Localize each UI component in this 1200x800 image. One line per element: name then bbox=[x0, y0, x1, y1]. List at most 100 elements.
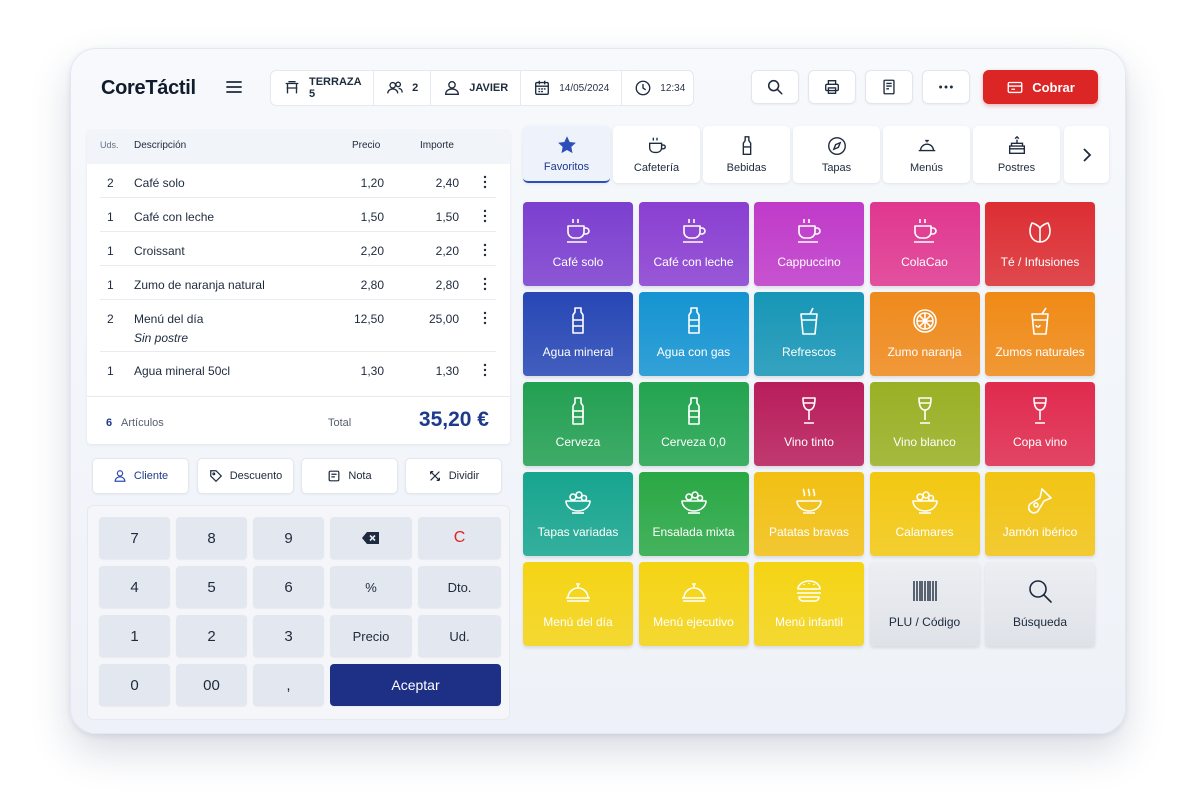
product-tile[interactable]: Menú del día bbox=[523, 562, 633, 646]
more-options-button[interactable] bbox=[922, 70, 970, 104]
product-tile[interactable]: Té / Infusiones bbox=[985, 202, 1095, 286]
product-tile[interactable]: Zumos naturales bbox=[985, 292, 1095, 376]
tab-bebidas[interactable]: Bebidas bbox=[703, 126, 790, 183]
product-tile[interactable]: Refrescos bbox=[754, 292, 864, 376]
cliente-button[interactable]: Cliente bbox=[92, 458, 189, 494]
tab-cafeteria[interactable]: Cafetería bbox=[613, 126, 700, 183]
descuento-label: Descuento bbox=[229, 470, 283, 482]
time-info: 12:34 bbox=[622, 71, 697, 105]
key-00[interactable]: 00 bbox=[176, 664, 247, 706]
tab-menus[interactable]: Menús bbox=[883, 126, 970, 183]
clear-key[interactable]: C bbox=[418, 517, 501, 559]
comma-key[interactable]: , bbox=[253, 664, 324, 706]
row-options-icon[interactable] bbox=[482, 363, 488, 377]
tab-label: Postres bbox=[997, 162, 1036, 174]
print-button[interactable] bbox=[808, 70, 856, 104]
key-9[interactable]: 9 bbox=[253, 517, 324, 559]
product-tile[interactable]: Cappuccino bbox=[754, 202, 864, 286]
ticket-row[interactable]: 1 Agua mineral 50cl 1,30 1,30 bbox=[100, 352, 496, 386]
product-tile[interactable]: Vino tinto bbox=[754, 382, 864, 466]
accept-button[interactable]: Aceptar bbox=[330, 664, 501, 706]
brand-logo: CoreTáctil bbox=[101, 77, 196, 99]
waiter-name: JAVIER bbox=[469, 82, 509, 94]
total-label: Total bbox=[328, 417, 352, 429]
guests-info[interactable]: 2 bbox=[374, 71, 432, 105]
tabs-next-button[interactable] bbox=[1064, 126, 1109, 183]
row-qty: 1 bbox=[107, 244, 114, 258]
row-options-icon[interactable] bbox=[482, 311, 488, 325]
row-qty: 1 bbox=[107, 210, 114, 224]
table-info[interactable]: TERRAZA 5 bbox=[271, 71, 375, 105]
dividir-label: Dividir bbox=[448, 470, 480, 482]
product-tile[interactable]: Patatas bravas bbox=[754, 472, 864, 556]
tag-icon bbox=[209, 470, 222, 483]
ticket-row[interactable]: 1 Croissant 2,20 2,20 bbox=[100, 232, 496, 266]
product-tile[interactable]: Copa vino bbox=[985, 382, 1095, 466]
product-tile[interactable]: Agua con gas bbox=[638, 292, 749, 376]
percent-key[interactable]: % bbox=[330, 566, 412, 608]
nota-button[interactable]: Nota bbox=[301, 458, 398, 494]
product-tile[interactable]: ColaCao bbox=[869, 202, 980, 286]
nota-label: Nota bbox=[348, 470, 372, 482]
product-tile[interactable]: Jamón ibérico bbox=[985, 472, 1095, 556]
cake-icon bbox=[1008, 135, 1025, 155]
ticket-row[interactable]: 2 Menú del día Sin postre 12,50 25,00 bbox=[100, 300, 496, 352]
cloche-icon bbox=[918, 139, 935, 152]
key-6[interactable]: 6 bbox=[253, 566, 324, 608]
key-1[interactable]: 1 bbox=[99, 615, 170, 657]
product-tile[interactable]: Calamares bbox=[869, 472, 980, 556]
row-options-icon[interactable] bbox=[482, 277, 488, 291]
product-tile[interactable]: Zumo naranja bbox=[869, 292, 980, 376]
product-tile[interactable]: Tapas variadas bbox=[523, 472, 633, 556]
tab-tapas[interactable]: Tapas bbox=[793, 126, 880, 183]
row-options-icon[interactable] bbox=[482, 175, 488, 189]
ticket-row[interactable]: 2 Café solo 1,20 2,40 bbox=[100, 164, 496, 198]
key-3[interactable]: 3 bbox=[253, 615, 324, 657]
product-tile[interactable]: Ensalada mixta bbox=[638, 472, 749, 556]
row-price: 1,30 bbox=[360, 364, 384, 378]
tab-postres[interactable]: Postres bbox=[973, 126, 1060, 183]
tab-favoritos[interactable]: Favoritos bbox=[523, 126, 610, 183]
backspace-key[interactable] bbox=[330, 517, 412, 559]
ticket-row[interactable]: 1 Café con leche 1,50 1,50 bbox=[100, 198, 496, 232]
steaming-bowl-icon bbox=[796, 488, 822, 514]
juice-glass-icon bbox=[1031, 307, 1049, 335]
key-8[interactable]: 8 bbox=[176, 517, 247, 559]
product-label: Cappuccino bbox=[777, 255, 841, 269]
key-0[interactable]: 0 bbox=[99, 664, 170, 706]
product-tile[interactable]: PLU / Código bbox=[869, 562, 980, 646]
product-tile[interactable]: Menú infantil bbox=[754, 562, 864, 646]
product-tile[interactable]: Cerveza 0,0 bbox=[638, 382, 749, 466]
receipt-button[interactable] bbox=[865, 70, 913, 104]
row-options-icon[interactable] bbox=[482, 209, 488, 223]
discount-key[interactable]: Dto. bbox=[418, 566, 501, 608]
dividir-button[interactable]: Dividir bbox=[405, 458, 502, 494]
product-tile[interactable]: Búsqueda bbox=[985, 562, 1095, 646]
bottle-icon bbox=[742, 136, 751, 155]
product-tile[interactable]: Menú ejecutivo bbox=[638, 562, 749, 646]
row-amount: 2,20 bbox=[435, 244, 459, 258]
hamburger-menu-icon[interactable] bbox=[226, 79, 242, 95]
compass-icon bbox=[827, 137, 846, 155]
unit-key[interactable]: Ud. bbox=[418, 615, 501, 657]
product-tile[interactable]: Vino blanco bbox=[869, 382, 980, 466]
search-button[interactable] bbox=[751, 70, 799, 104]
ticket-row[interactable]: 1 Zumo de naranja natural 2,80 2,80 bbox=[100, 266, 496, 300]
bottle-icon bbox=[572, 307, 584, 334]
key-2[interactable]: 2 bbox=[176, 615, 247, 657]
row-price: 1,50 bbox=[360, 210, 384, 224]
product-tile[interactable]: Café con leche bbox=[638, 202, 749, 286]
product-tile[interactable]: Café solo bbox=[523, 202, 633, 286]
star-icon bbox=[557, 136, 576, 154]
product-tile[interactable]: Agua mineral bbox=[523, 292, 633, 376]
cobrar-button[interactable]: Cobrar bbox=[983, 70, 1098, 104]
descuento-button[interactable]: Descuento bbox=[197, 458, 294, 494]
key-7[interactable]: 7 bbox=[99, 517, 170, 559]
key-4[interactable]: 4 bbox=[99, 566, 170, 608]
row-price: 12,50 bbox=[353, 312, 384, 326]
waiter-info[interactable]: JAVIER bbox=[431, 71, 522, 105]
price-key[interactable]: Precio bbox=[330, 615, 412, 657]
key-5[interactable]: 5 bbox=[176, 566, 247, 608]
product-tile[interactable]: Cerveza bbox=[523, 382, 633, 466]
row-options-icon[interactable] bbox=[482, 243, 488, 257]
